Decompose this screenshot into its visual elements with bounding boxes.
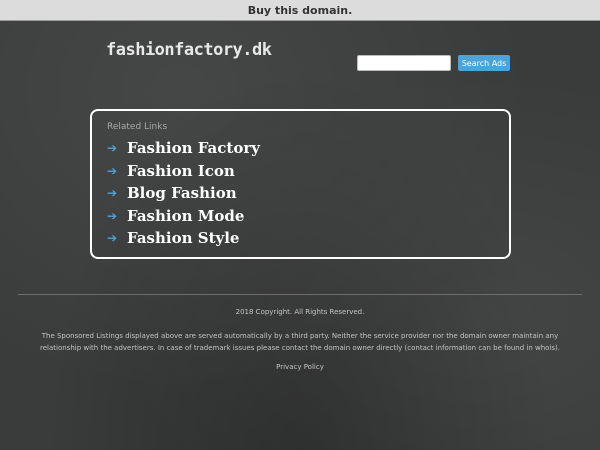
search-input[interactable] bbox=[357, 55, 451, 71]
related-link[interactable]: Fashion Icon bbox=[127, 162, 235, 180]
related-link[interactable]: Fashion Factory bbox=[127, 139, 260, 157]
list-item: ➔ Fashion Style bbox=[107, 227, 260, 250]
arrow-right-icon: ➔ bbox=[107, 231, 118, 246]
related-links-box: Related Links ➔ Fashion Factory ➔ Fashio… bbox=[90, 109, 511, 259]
related-link[interactable]: Fashion Mode bbox=[127, 207, 244, 225]
copyright-text: 2018 Copyright. All Rights Reserved. bbox=[235, 308, 365, 316]
arrow-right-icon: ➔ bbox=[107, 208, 118, 223]
site-logo: fashionfactory.dk bbox=[106, 40, 272, 60]
arrow-right-icon: ➔ bbox=[107, 141, 118, 156]
list-item: ➔ Fashion Factory bbox=[107, 137, 260, 160]
related-links-list: ➔ Fashion Factory ➔ Fashion Icon ➔ Blog … bbox=[107, 137, 260, 250]
buy-domain-bar: Buy this domain. bbox=[0, 0, 600, 21]
disclaimer-text: The Sponsored Listings displayed above a… bbox=[40, 332, 560, 352]
footer-divider bbox=[18, 294, 582, 295]
arrow-right-icon: ➔ bbox=[107, 163, 118, 178]
privacy-policy-link[interactable]: Privacy Policy bbox=[0, 363, 600, 371]
related-links-heading: Related Links bbox=[107, 122, 168, 132]
list-item: ➔ Fashion Mode bbox=[107, 205, 260, 228]
arrow-right-icon: ➔ bbox=[107, 186, 118, 201]
buy-domain-link[interactable]: Buy this domain. bbox=[248, 4, 353, 17]
list-item: ➔ Fashion Icon bbox=[107, 160, 260, 183]
related-link[interactable]: Fashion Style bbox=[127, 229, 239, 247]
list-item: ➔ Blog Fashion bbox=[107, 182, 260, 205]
related-link[interactable]: Blog Fashion bbox=[127, 184, 237, 202]
search-ads-button[interactable]: Search Ads bbox=[458, 55, 510, 71]
